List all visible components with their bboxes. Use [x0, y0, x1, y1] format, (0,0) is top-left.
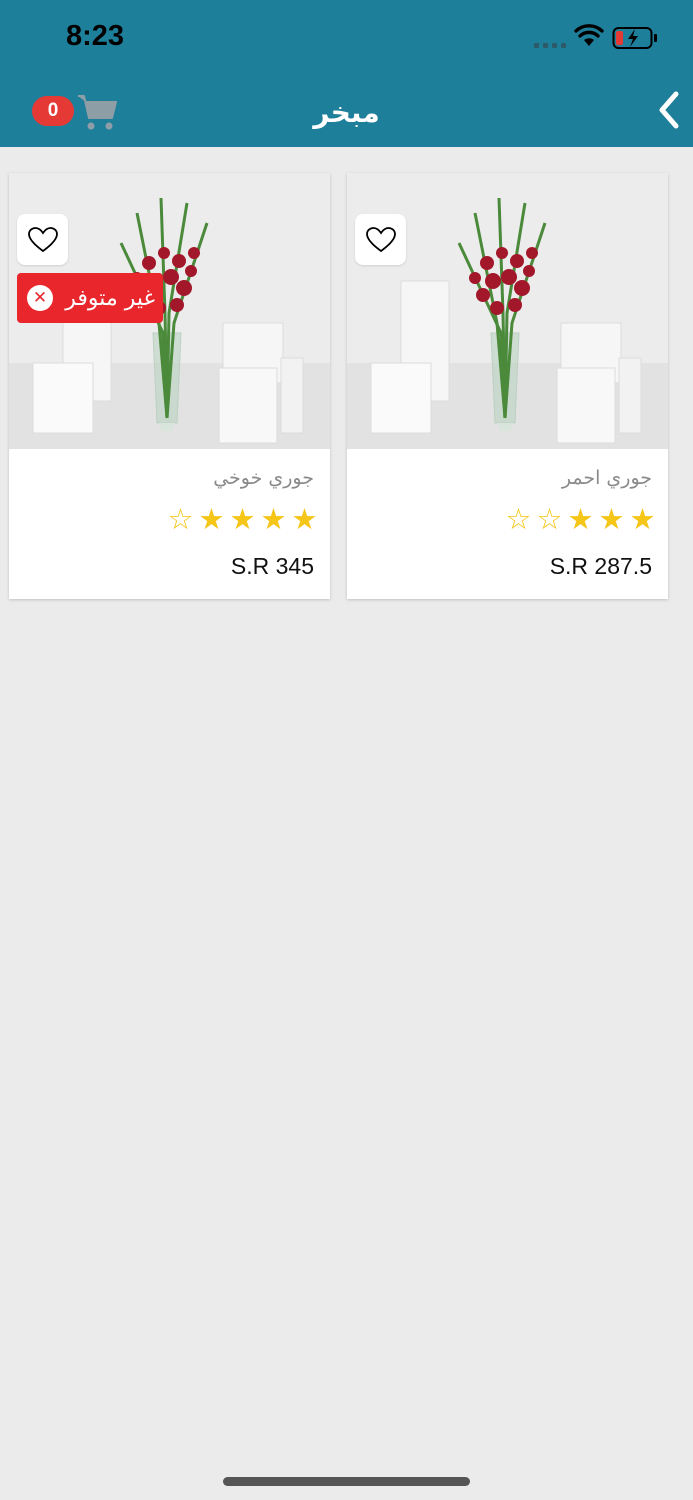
battery-charging-icon	[612, 27, 657, 49]
wifi-icon	[574, 24, 604, 46]
close-circle-icon: ✕	[27, 285, 53, 311]
heart-icon	[27, 226, 58, 252]
page-title: مبخر	[313, 95, 380, 129]
product-price: S.R 345	[230, 553, 314, 579]
rating-stars: ★ ★ ★ ☆ ☆	[503, 504, 658, 535]
product-price: S.R 287.5	[549, 553, 652, 579]
product-card[interactable]: غير متوفر ✕ جوري خوخي ★ ★ ★ ★ ☆ S.R 345	[9, 173, 330, 599]
star-filled-icon: ★	[567, 502, 594, 536]
product-name: جوري احمر	[561, 467, 652, 489]
rating-stars: ★ ★ ★ ★ ☆	[165, 504, 320, 535]
unavailable-badge: غير متوفر ✕	[17, 273, 163, 323]
top-bar: 8:23 0 مبخر	[0, 0, 693, 147]
product-list-screen: 8:23 0 مبخر جوري احمر ★ ★ ★ ☆ ☆ S.R 287.…	[0, 0, 693, 1500]
product-image[interactable]	[347, 173, 668, 449]
star-empty-icon: ☆	[536, 502, 563, 536]
product-name: جوري خوخي	[213, 467, 314, 489]
star-empty-icon: ☆	[167, 502, 194, 536]
cellular-signal-icon	[534, 43, 566, 48]
heart-icon	[365, 226, 396, 252]
star-filled-icon: ★	[229, 502, 256, 536]
back-chevron-icon[interactable]	[648, 88, 688, 132]
favorite-button[interactable]	[355, 214, 406, 265]
star-filled-icon: ★	[260, 502, 287, 536]
star-filled-icon: ★	[198, 502, 225, 536]
home-indicator[interactable]	[223, 1477, 470, 1486]
star-empty-icon: ☆	[505, 502, 532, 536]
star-filled-icon: ★	[598, 502, 625, 536]
status-time: 8:23	[66, 20, 125, 52]
star-filled-icon: ★	[291, 502, 318, 536]
unavailable-label: غير متوفر	[65, 285, 155, 311]
product-card[interactable]: جوري احمر ★ ★ ★ ☆ ☆ S.R 287.5	[347, 173, 668, 599]
star-filled-icon: ★	[629, 502, 656, 536]
product-image[interactable]: غير متوفر ✕	[9, 173, 330, 449]
favorite-button[interactable]	[17, 214, 68, 265]
